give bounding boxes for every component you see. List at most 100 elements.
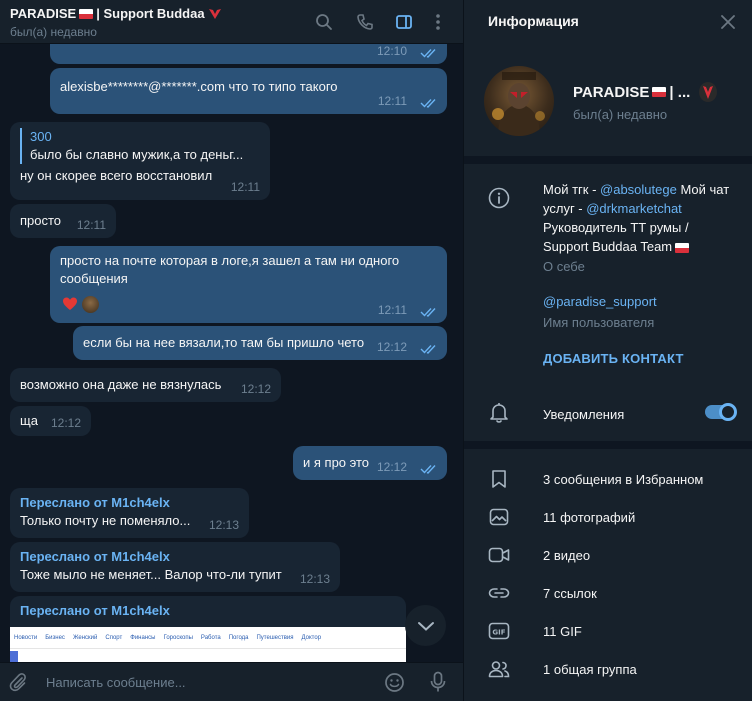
attach-icon[interactable] xyxy=(8,672,28,695)
message-bubble[interactable]: просто на почте которая в логе,я зашел а… xyxy=(50,246,447,323)
shared-media-row[interactable]: GIF 11 GIF xyxy=(464,612,752,650)
reply-text: было бы славно мужик,а то деньг... xyxy=(30,147,244,162)
preview-tab: Гороскопы xyxy=(163,634,193,641)
chat-pane: PARADISE | Support Buddaa был(а) недавно… xyxy=(0,0,463,701)
shared-media-label: 11 GIF xyxy=(543,624,582,639)
profile-name: PARADISE | ... xyxy=(573,81,718,103)
message-bubble[interactable]: и я про это 12:12 xyxy=(293,446,447,480)
shared-media-label: 2 видео xyxy=(543,548,591,563)
bio-prefix: Мой тгк - xyxy=(543,182,601,197)
message-bubble[interactable]: alexisbe********@*******.com что то типо… xyxy=(50,68,447,114)
message-time: 12:10 xyxy=(376,44,407,58)
section-divider xyxy=(464,156,752,164)
message-bubble[interactable]: Переслано от M1ch4elx Тоже мыло не меняе… xyxy=(10,542,340,592)
info-header: Информация xyxy=(464,0,752,44)
username-label: Имя пользователя xyxy=(543,315,655,330)
preview-tabs: Новости Бизнес Женский Спорт Финансы Гор… xyxy=(10,627,406,649)
preview-accent xyxy=(10,651,18,662)
read-checks-icon xyxy=(420,465,436,474)
reactions[interactable] xyxy=(62,296,99,313)
read-checks-icon xyxy=(420,99,436,108)
chat-status: был(а) недавно xyxy=(10,25,97,39)
message-time: 12:12 xyxy=(376,340,407,354)
sidebar-toggle-icon[interactable] xyxy=(393,11,415,33)
username-link[interactable]: @paradise_support xyxy=(543,292,657,311)
bio-link-chat[interactable]: @drkmarketchat xyxy=(586,201,682,216)
bio-line4: Support Buddaa Team xyxy=(543,239,673,254)
chevron-down-icon xyxy=(417,621,434,631)
preview-tab: Финансы xyxy=(130,634,156,641)
link-icon xyxy=(488,582,510,604)
message-time: 12:11 xyxy=(76,218,106,232)
message-time: 12:11 xyxy=(377,94,407,108)
preview-tab: Бизнес xyxy=(45,634,65,641)
preview-tab: Погода xyxy=(228,634,249,641)
reactor-avatar-icon[interactable] xyxy=(82,296,99,313)
phone-icon[interactable] xyxy=(354,11,376,33)
message-text: просто на почте которая в логе,я зашел а… xyxy=(60,253,400,286)
message-bubble[interactable]: Переслано от M1ch4elx Только почту не по… xyxy=(10,488,249,538)
flag-icon xyxy=(652,87,667,97)
message-bubble[interactable]: 12:10 xyxy=(50,44,447,64)
chat-title-name: PARADISE xyxy=(10,6,77,21)
flag-icon xyxy=(675,242,690,253)
bio-text[interactable]: Мой тгк - @absolutege Мой чат услуг - @d… xyxy=(543,180,743,256)
preview-tab: Женский xyxy=(72,634,98,641)
bio-line3: Руководитель TT румы / xyxy=(543,220,689,235)
scroll-down-button[interactable] xyxy=(405,605,446,646)
more-menu-icon[interactable] xyxy=(427,11,449,33)
preview-tab: Путешествия xyxy=(256,634,294,641)
shared-media-label: 11 фотографий xyxy=(543,510,636,525)
message-time: 12:13 xyxy=(208,518,239,532)
forwarded-header[interactable]: Переслано от M1ch4elx xyxy=(20,548,330,566)
message-time: 12:13 xyxy=(299,572,330,586)
chat-header[interactable]: PARADISE | Support Buddaa был(а) недавно xyxy=(0,0,463,44)
message-bubble[interactable]: ща 12:12 xyxy=(10,406,91,436)
emoji-icon[interactable] xyxy=(384,672,405,696)
read-checks-icon xyxy=(420,308,436,317)
info-panel: Информация PARADISE | ... был(а) недавно… xyxy=(463,0,752,701)
profile-status: был(а) недавно xyxy=(573,107,668,122)
message-bubble[interactable]: 300 было бы славно мужик,а то деньг... н… xyxy=(10,122,270,200)
shared-media-row[interactable]: 3 сообщения в Избранном xyxy=(464,460,752,498)
info-title: Информация xyxy=(488,13,579,29)
shared-media-row[interactable]: 2 видео xyxy=(464,536,752,574)
message-bubble[interactable]: если бы на нее вязали,то там бы пришло ч… xyxy=(73,326,447,360)
shared-media-row[interactable]: 1 общая группа xyxy=(464,650,752,688)
notifications-toggle[interactable] xyxy=(705,403,737,421)
heart-reaction-icon[interactable] xyxy=(62,296,78,312)
brand-logo-icon xyxy=(699,82,718,102)
message-time: 12:12 xyxy=(50,416,81,430)
svg-text:GIF: GIF xyxy=(492,629,505,637)
message-text: Только почту не поменяло... xyxy=(20,513,191,528)
message-bubble[interactable]: просто 12:11 xyxy=(10,204,116,238)
avatar[interactable] xyxy=(484,66,554,136)
message-input[interactable] xyxy=(46,672,366,692)
avatar-image xyxy=(492,72,545,136)
info-icon xyxy=(488,187,510,209)
microphone-icon[interactable] xyxy=(428,671,448,696)
image-preview[interactable]: Новости Бизнес Женский Спорт Финансы Гор… xyxy=(10,627,406,662)
shared-media-label: 7 ссылок xyxy=(543,586,597,601)
bio-label: О себе xyxy=(543,259,585,274)
group-icon xyxy=(488,658,510,680)
shared-media-row[interactable]: 7 ссылок xyxy=(464,574,752,612)
bio-link-channel[interactable]: @absolutege xyxy=(600,182,677,197)
forwarded-header[interactable]: Переслано от M1ch4elx xyxy=(20,494,239,512)
notifications-label: Уведомления xyxy=(543,407,625,422)
gif-icon: GIF xyxy=(488,620,510,642)
bookmark-icon xyxy=(488,468,510,490)
search-icon[interactable] xyxy=(313,11,335,33)
message-list[interactable]: 12:10 alexisbe********@*******.com что т… xyxy=(0,44,463,662)
message-bubble[interactable]: возможно она даже не вязнулась 12:12 xyxy=(10,368,281,402)
section-divider xyxy=(464,441,752,449)
forwarded-header[interactable]: Переслано от M1ch4elx xyxy=(20,602,396,620)
profile-name-text: PARADISE xyxy=(573,83,650,101)
message-time: 12:12 xyxy=(376,460,407,474)
shared-media-row[interactable]: 11 фотографий xyxy=(464,498,752,536)
add-contact-button[interactable]: ДОБАВИТЬ КОНТАКТ xyxy=(543,351,684,366)
chat-title[interactable]: PARADISE | Support Buddaa xyxy=(10,6,222,21)
reply-quote[interactable]: 300 было бы славно мужик,а то деньг... xyxy=(20,128,260,164)
message-text: возможно она даже не вязнулась xyxy=(20,377,222,392)
close-icon[interactable] xyxy=(716,10,740,34)
